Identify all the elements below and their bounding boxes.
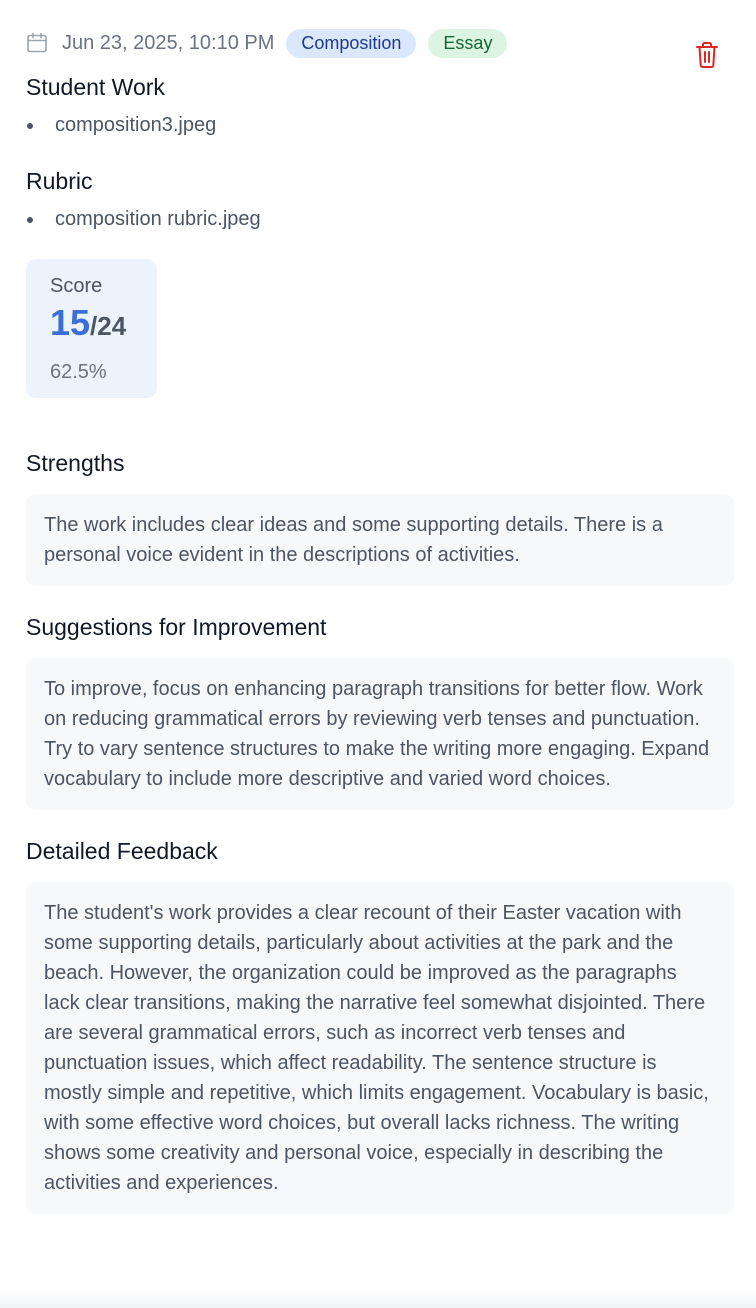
score-line: 15/24 [50,303,157,351]
student-work-section: Student Work composition3.jpeg [26,72,734,138]
suggestions-title: Suggestions for Improvement [26,614,327,640]
calendar-icon [26,32,48,54]
submission-detail: Jun 23, 2025, 10:10 PM Composition Essay… [26,26,734,1214]
score-percent: 62.5% [50,361,107,383]
meta-row: Jun 23, 2025, 10:10 PM Composition Essay [26,26,734,60]
rubric-title: Rubric [26,168,93,194]
detailed-feedback-title: Detailed Feedback [26,838,218,864]
detailed-feedback-box: The student's work provides a clear reco… [26,882,734,1214]
rubric-file[interactable]: composition rubric.jpeg [26,206,734,232]
strengths-section: Strengths The work includes clear ideas … [26,448,734,586]
bottom-fade [0,1288,756,1308]
submission-date: Jun 23, 2025, 10:10 PM [62,31,275,54]
rubric-files: composition rubric.jpeg [26,206,734,232]
strengths-box: The work includes clear ideas and some s… [26,494,734,586]
suggestions-section: Suggestions for Improvement To improve, … [26,612,734,810]
score-value: 15 [50,302,91,343]
score-label: Score [50,275,103,297]
tag-composition: Composition [286,28,417,58]
student-work-file[interactable]: composition3.jpeg [26,112,734,138]
tag-essay: Essay [428,28,508,58]
detailed-feedback-section: Detailed Feedback The student's work pro… [26,836,734,1214]
rubric-section: Rubric composition rubric.jpeg [26,166,734,232]
student-work-title: Student Work [26,74,165,100]
student-work-files: composition3.jpeg [26,112,734,138]
score-total: /24 [90,311,127,341]
strengths-title: Strengths [26,450,125,476]
suggestions-box: To improve, focus on enhancing paragraph… [26,658,734,810]
score-card: Score 15/24 62.5% [26,259,157,398]
